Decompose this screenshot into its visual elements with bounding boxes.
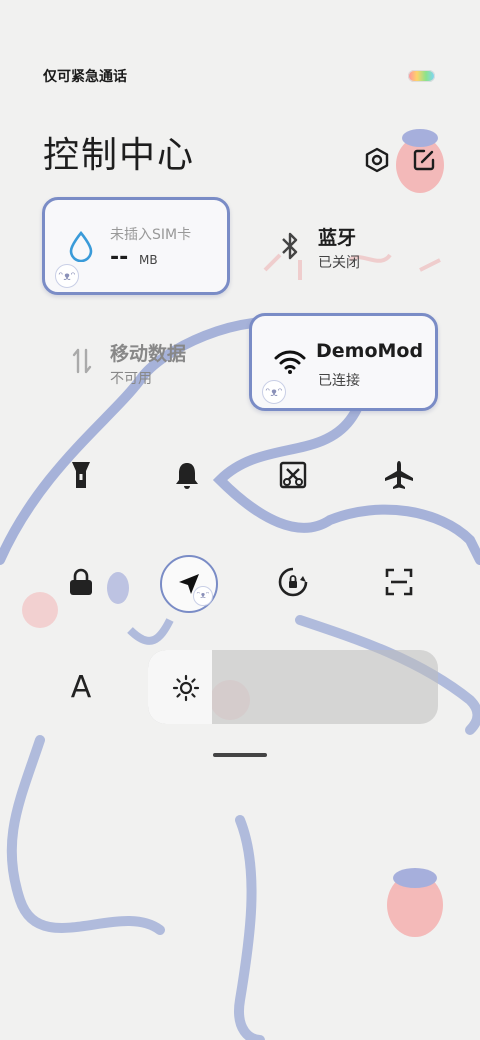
data-usage-unit: MB [139, 253, 158, 267]
bunny-sticker-icon: ᵔᴥᵔ [262, 380, 286, 404]
mobile-data-label[interactable]: 移动数据 [110, 339, 186, 366]
font-size-button[interactable]: A [61, 667, 101, 707]
screenshot-cut-icon[interactable] [273, 455, 313, 495]
mobile-data-status: 不可用 [110, 371, 152, 387]
bunny-sticker-icon: ᵔᴥᵔ [193, 586, 213, 606]
water-drop-icon [67, 230, 95, 266]
edit-icon[interactable] [408, 144, 440, 176]
settings-icon[interactable] [361, 144, 393, 176]
data-usage-value: -- [110, 245, 129, 270]
airplane-icon[interactable] [379, 455, 419, 495]
home-indicator[interactable] [213, 753, 267, 757]
bunny-sticker-icon: ᵔᴥᵔ [55, 264, 79, 288]
wifi-network-name: DemoMod [316, 340, 424, 362]
sun-icon [172, 674, 200, 706]
flashlight-icon[interactable] [61, 455, 101, 495]
page-title: 控制中心 [43, 135, 196, 176]
data-usage-card[interactable]: 未插入SIM卡 -- MB ᵔᴥᵔ [42, 197, 230, 295]
bluetooth-label[interactable]: 蓝牙 [318, 223, 356, 250]
location-arrow-icon[interactable] [160, 555, 218, 613]
brightness-slider[interactable] [148, 650, 438, 724]
wifi-card[interactable]: DemoMod 已连接 ᵔᴥᵔ [249, 313, 438, 411]
wifi-status: 已连接 [318, 373, 360, 389]
bluetooth-icon[interactable] [276, 230, 304, 262]
bell-icon[interactable] [167, 455, 207, 495]
lock-icon[interactable] [61, 562, 101, 602]
rotation-lock-icon[interactable] [273, 562, 313, 602]
sim-status-text: 未插入SIM卡 [110, 227, 192, 243]
mobile-data-icon[interactable] [68, 345, 96, 377]
wifi-icon [274, 349, 306, 379]
battery-icon [408, 70, 435, 82]
bluetooth-status: 已关闭 [318, 255, 360, 271]
carrier-status-text: 仅可紧急通话 [43, 69, 127, 85]
scan-icon[interactable] [379, 562, 419, 602]
